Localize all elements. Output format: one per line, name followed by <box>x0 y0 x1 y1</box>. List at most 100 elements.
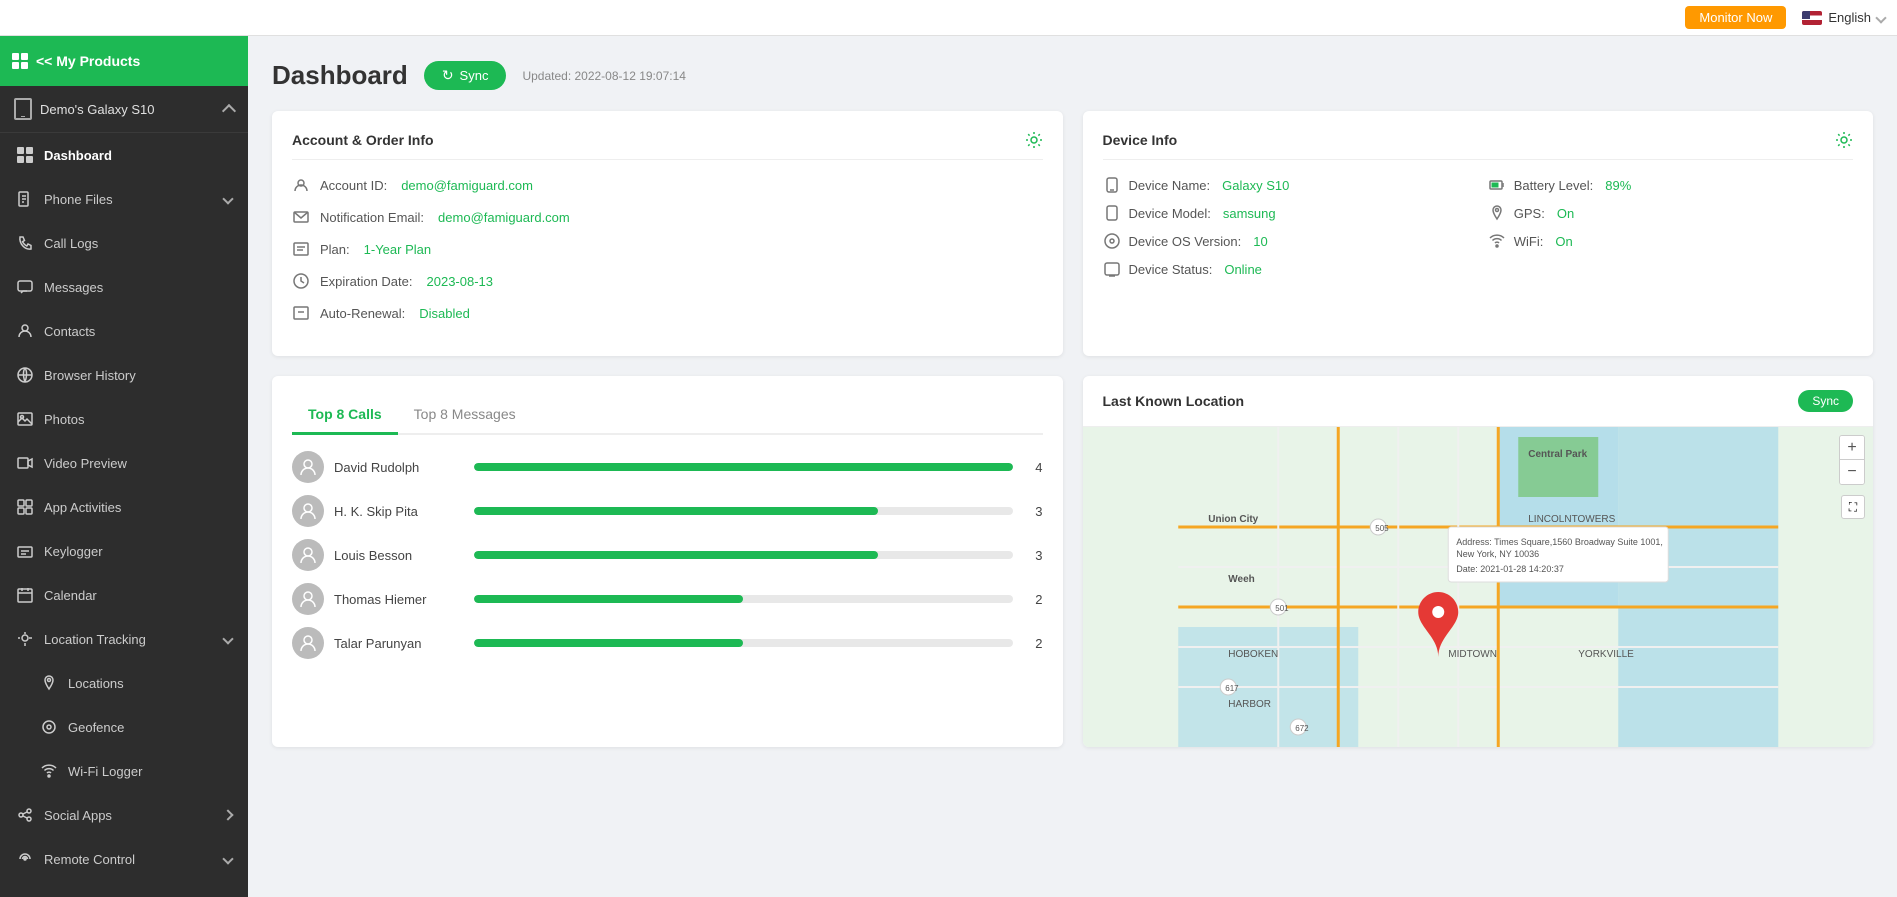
remote-control-label: Remote Control <box>44 852 135 867</box>
account-order-card: Account & Order Info Account ID: demo@fa… <box>272 111 1063 356</box>
gps-value: On <box>1557 206 1574 221</box>
call-logs-icon <box>16 234 34 252</box>
sidebar-item-dashboard[interactable]: Dashboard <box>0 133 248 177</box>
bottom-row: Top 8 Calls Top 8 Messages David Rudolph… <box>272 376 1873 747</box>
sidebar-item-wifi-logger[interactable]: Wi-Fi Logger <box>0 749 248 793</box>
avatar <box>292 451 324 483</box>
locations-icon <box>40 674 58 692</box>
sidebar-item-video-preview[interactable]: Video Preview <box>0 441 248 485</box>
keylogger-icon <box>16 542 34 560</box>
svg-text:501: 501 <box>1275 604 1289 613</box>
sidebar-device[interactable]: Demo's Galaxy S10 <box>0 86 248 133</box>
phone-device-icon <box>14 98 32 120</box>
sidebar-item-photos[interactable]: Photos <box>0 397 248 441</box>
device-model-icon <box>1103 204 1121 222</box>
wifi-label: WiFi: <box>1514 234 1544 249</box>
device-card-title: Device Info <box>1103 132 1178 148</box>
wifi-item: WiFi: On <box>1488 232 1853 250</box>
video-icon <box>16 454 34 472</box>
battery-label: Battery Level: <box>1514 178 1594 193</box>
sidebar-item-locations[interactable]: Locations <box>0 661 248 705</box>
call-list-item: Talar Parunyan 2 <box>292 627 1043 659</box>
gps-label: GPS: <box>1514 206 1545 221</box>
svg-text:Address: Times Square,1560 Bro: Address: Times Square,1560 Broadway Suit… <box>1456 537 1663 547</box>
sidebar-item-app-activities[interactable]: App Activities <box>0 485 248 529</box>
svg-text:LINCOLNTOWERS: LINCOLNTOWERS <box>1528 514 1615 525</box>
call-bar <box>474 595 743 603</box>
browser-history-label: Browser History <box>44 368 136 383</box>
sidebar-item-browser-history[interactable]: Browser History <box>0 353 248 397</box>
sidebar-item-calendar[interactable]: Calendar <box>0 573 248 617</box>
auto-renewal-label: Auto-Renewal: <box>320 306 405 321</box>
sidebar-item-messages[interactable]: Messages <box>0 265 248 309</box>
call-count: 3 <box>1023 548 1043 563</box>
avatar <box>292 627 324 659</box>
map-zoom-in-button[interactable]: + <box>1840 436 1864 460</box>
gps-icon <box>1488 204 1506 222</box>
sidebar-item-remote-control[interactable]: Remote Control <box>0 837 248 881</box>
page-header: Dashboard ↻ Sync Updated: 2022-08-12 19:… <box>272 60 1873 91</box>
map-fullscreen-button[interactable]: ⛶ <box>1841 495 1865 519</box>
app-body: << My Products Demo's Galaxy S10 Dashboa… <box>0 36 1897 897</box>
phone-files-chevron-icon <box>222 193 233 204</box>
os-icon <box>1103 232 1121 250</box>
map-container: Union City Central Park LINCOLNTOWERS We… <box>1083 427 1874 747</box>
sidebar-item-geofence[interactable]: Geofence <box>0 705 248 749</box>
browser-icon <box>16 366 34 384</box>
chevron-up-icon <box>222 103 236 117</box>
location-tracking-chevron-icon <box>222 633 233 644</box>
account-gear-icon[interactable] <box>1025 131 1043 149</box>
remote-control-left: Remote Control <box>16 850 135 868</box>
tab-top-8-messages[interactable]: Top 8 Messages <box>398 396 532 435</box>
map-sync-button[interactable]: Sync <box>1798 390 1853 412</box>
photos-label: Photos <box>44 412 84 427</box>
avatar <box>292 495 324 527</box>
call-count: 3 <box>1023 504 1043 519</box>
sidebar-item-keylogger[interactable]: Keylogger <box>0 529 248 573</box>
call-bar <box>474 551 878 559</box>
battery-icon <box>1488 176 1506 194</box>
tab-top-8-calls[interactable]: Top 8 Calls <box>292 396 398 435</box>
video-preview-label: Video Preview <box>44 456 127 471</box>
monitor-now-button[interactable]: Monitor Now <box>1685 6 1786 29</box>
cards-row: Account & Order Info Account ID: demo@fa… <box>272 111 1873 356</box>
call-name: Thomas Hiemer <box>334 592 464 607</box>
dashboard-label: Dashboard <box>44 148 112 163</box>
sidebar-item-call-logs[interactable]: Call Logs <box>0 221 248 265</box>
call-list-item: Louis Besson 3 <box>292 539 1043 571</box>
language-selector[interactable]: English <box>1802 10 1885 25</box>
call-list-item: H. K. Skip Pita 3 <box>292 495 1043 527</box>
device-gear-icon[interactable] <box>1835 131 1853 149</box>
last-known-location-card: Last Known Location Sync <box>1083 376 1874 747</box>
contacts-label: Contacts <box>44 324 95 339</box>
sidebar-item-location-tracking[interactable]: Location Tracking <box>0 617 248 661</box>
location-tracking-icon <box>16 630 34 648</box>
call-bar-wrapper <box>474 595 1013 603</box>
sidebar-item-phone-files[interactable]: Phone Files <box>0 177 248 221</box>
sidebar-item-social-apps[interactable]: Social Apps <box>0 793 248 837</box>
sync-label: Sync <box>460 68 489 83</box>
sidebar-header[interactable]: << My Products <box>0 36 248 86</box>
call-name: Louis Besson <box>334 548 464 563</box>
map-zoom-out-button[interactable]: − <box>1840 460 1864 484</box>
calls-list: David Rudolph 4 H. K. Skip Pita 3 <box>292 451 1043 659</box>
account-id-row: Account ID: demo@famiguard.com <box>292 176 1043 194</box>
remote-control-icon <box>16 850 34 868</box>
wifi-value: On <box>1555 234 1572 249</box>
call-bar <box>474 639 743 647</box>
chevron-down-icon <box>1875 12 1886 23</box>
device-card-header: Device Info <box>1103 131 1854 160</box>
flag-icon <box>1802 11 1822 25</box>
notification-email-label: Notification Email: <box>320 210 424 225</box>
wifi-logger-label: Wi-Fi Logger <box>68 764 142 779</box>
sync-button[interactable]: ↻ Sync <box>424 61 507 90</box>
auto-renewal-value: Disabled <box>419 306 470 321</box>
geofence-icon <box>40 718 58 736</box>
svg-text:MIDTOWN: MIDTOWN <box>1448 649 1497 660</box>
call-bar-wrapper <box>474 639 1013 647</box>
app-activities-icon <box>16 498 34 516</box>
sidebar-item-contacts[interactable]: Contacts <box>0 309 248 353</box>
wifi-status-icon <box>1488 232 1506 250</box>
battery-value: 89% <box>1605 178 1631 193</box>
phone-files-label: Phone Files <box>44 192 113 207</box>
